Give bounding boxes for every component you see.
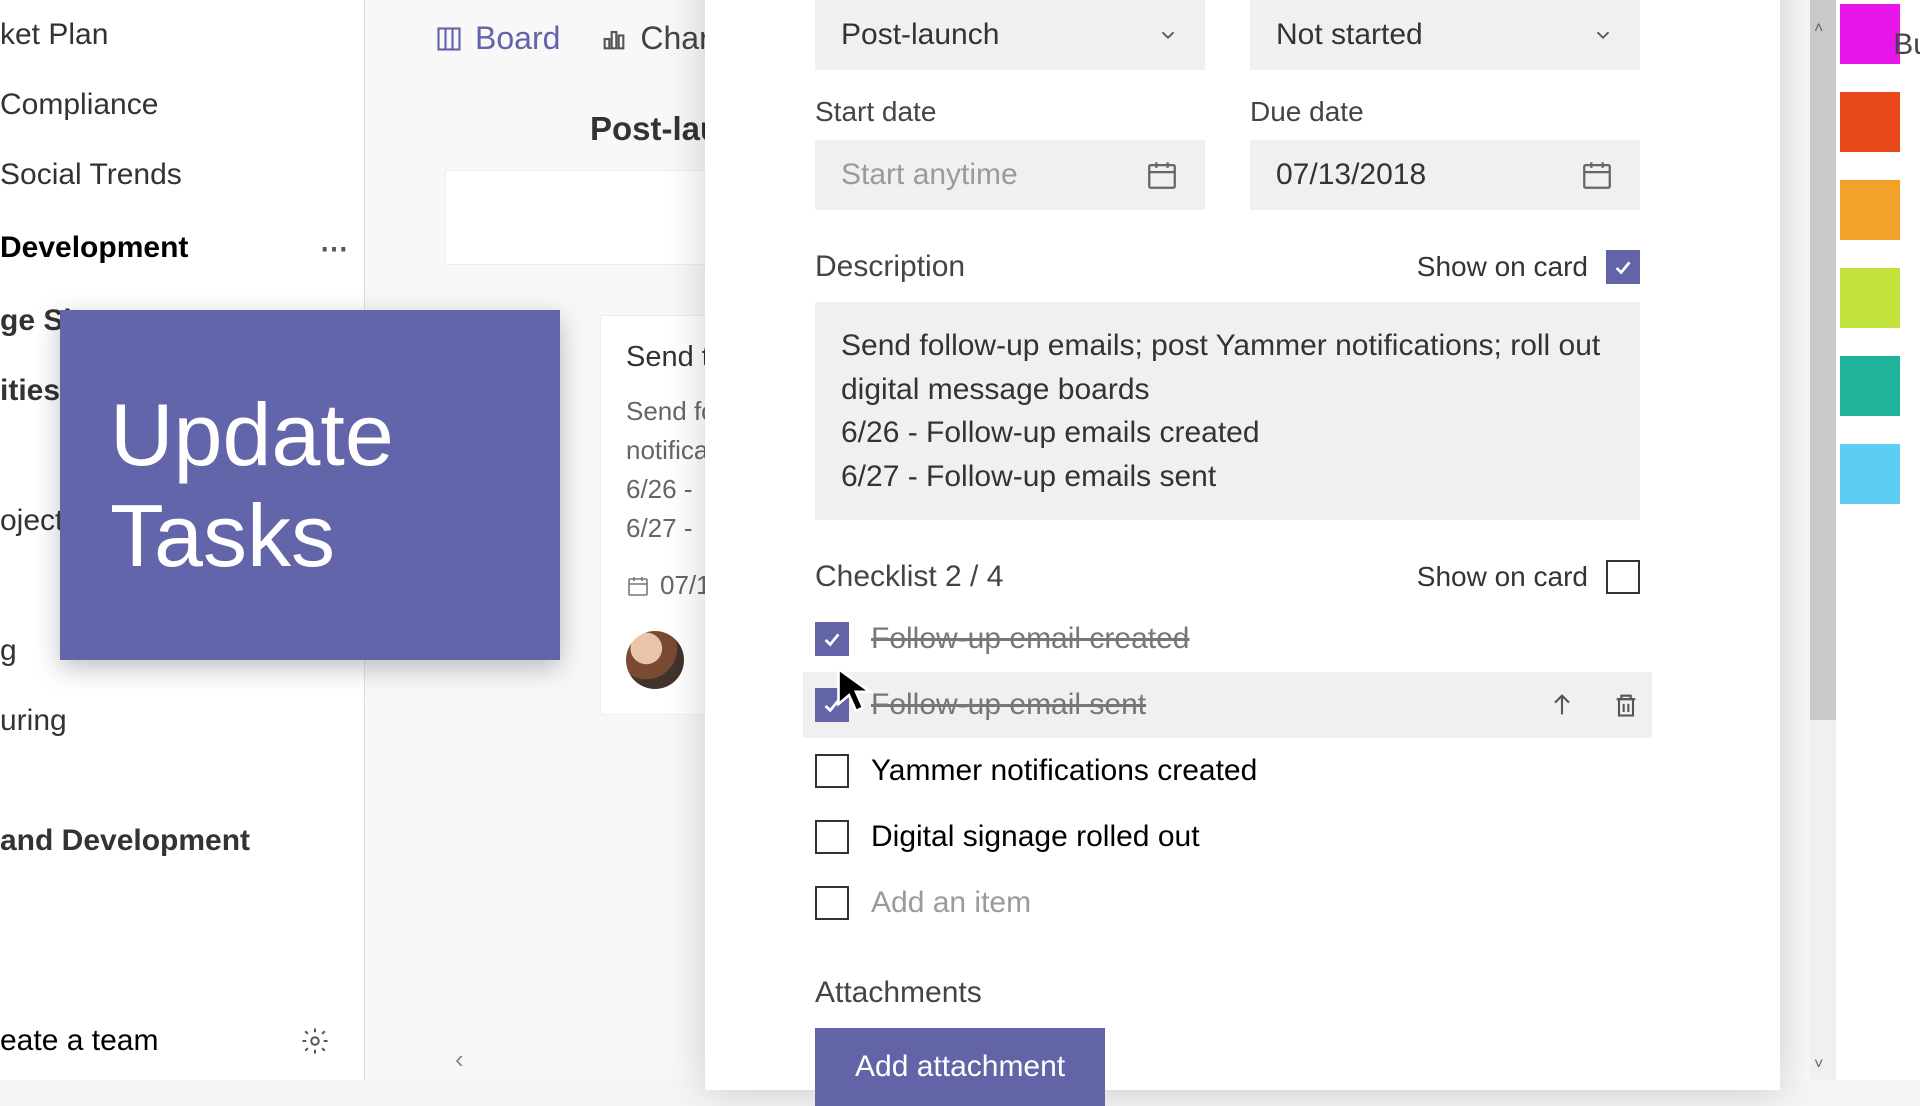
checklist-label: Checklist 2 / 4 [815,560,1003,594]
add-attachment-button[interactable]: Add attachment [815,1028,1105,1106]
calendar-icon[interactable] [1145,158,1179,192]
add-item-placeholder: Add an item [871,886,1031,920]
checkbox-checked[interactable] [1606,250,1640,284]
checkbox-checked[interactable] [815,622,849,656]
checkbox-unchecked[interactable] [815,754,849,788]
description-label: Description [815,250,965,284]
checkbox-unchecked [815,886,849,920]
bucket-label-clip: Buck [1893,28,1920,62]
tab-board[interactable]: Board [435,20,560,57]
calendar-icon[interactable] [1580,158,1614,192]
start-date-field[interactable] [841,158,1091,192]
scroll-down-icon[interactable]: ˅ [1814,1056,1832,1074]
checklist-item[interactable]: Follow-up email sent [803,672,1652,738]
sidebar-group-label: Development [0,231,188,265]
promote-icon[interactable] [1548,691,1576,719]
show-on-card-toggle[interactable]: Show on card [1417,250,1640,284]
color-swatch[interactable] [1840,180,1900,240]
checklist-text: Follow-up email sent [871,688,1146,722]
board-icon [435,25,463,53]
bucket-value: Post-launch [841,18,999,52]
color-swatch[interactable] [1840,444,1900,504]
sidebar-item[interactable]: uring [0,686,364,756]
start-date-label: Start date [815,96,1205,128]
checklist-item[interactable]: Digital signage rolled out [815,804,1640,870]
create-team[interactable]: eate a team [0,1002,364,1080]
chevron-down-icon [1157,24,1179,46]
due-date-label: Due date [1250,96,1640,128]
callout-tile: UpdateTasks [60,310,560,660]
chevron-down-icon [1592,24,1614,46]
chart-icon [600,25,628,53]
checklist-text: Yammer notifications created [871,754,1257,788]
cursor-icon [835,665,877,715]
due-date-input[interactable] [1250,140,1640,210]
trash-icon[interactable] [1612,691,1640,719]
progress-select[interactable]: Not started [1250,0,1640,70]
due-date-field[interactable] [1276,158,1526,192]
calendar-icon [626,574,650,598]
checklist-text: Follow-up email created [871,622,1189,656]
sidebar-item[interactable]: ket Plan [0,0,364,70]
label-colors [1840,4,1900,504]
checklist-item[interactable]: Yammer notifications created [815,738,1640,804]
start-date-input[interactable] [815,140,1205,210]
checklist-text: Digital signage rolled out [871,820,1200,854]
attachments-label: Attachments [815,976,1780,1010]
column-title: Post-lau [590,110,720,148]
sidebar-group[interactable]: Development ⋯ [0,210,364,286]
gear-icon[interactable] [300,1026,330,1056]
color-swatch[interactable] [1840,92,1900,152]
sidebar-item[interactable]: Compliance [0,70,364,140]
checkbox-unchecked[interactable] [815,820,849,854]
show-on-card-toggle[interactable]: Show on card [1417,560,1640,594]
color-swatch[interactable] [1840,268,1900,328]
add-checklist-item[interactable]: Add an item [815,870,1640,936]
scroll-left-arrow[interactable]: ‹ [455,1044,464,1075]
show-on-card-label: Show on card [1417,561,1588,593]
progress-value: Not started [1276,18,1423,52]
avatar [626,631,684,689]
scrollbar-thumb[interactable] [1810,0,1836,720]
ellipsis-icon[interactable]: ⋯ [314,228,354,268]
scrollbar-track[interactable]: ˄ ˅ [1810,0,1836,1080]
checkbox-unchecked[interactable] [1606,560,1640,594]
color-swatch[interactable] [1840,4,1900,64]
tab-label: Board [475,20,560,57]
create-team-label: eate a team [0,1024,158,1058]
scroll-up-icon[interactable]: ˄ [1814,20,1832,38]
sidebar-section[interactable]: and Development [0,806,364,876]
right-panel: ˄ ˅ Buck [1810,0,1920,1080]
checklist: Follow-up email created Follow-up email … [815,606,1640,936]
description-textarea[interactable]: Send follow-up emails; post Yammer notif… [815,302,1640,520]
show-on-card-label: Show on card [1417,251,1588,283]
task-detail-modal: Post-launch Not started Start date [705,0,1780,1090]
sidebar-item[interactable]: Social Trends [0,140,364,210]
checklist-item[interactable]: Follow-up email created [815,606,1640,672]
tab-chart[interactable]: Chart [600,20,718,57]
color-swatch[interactable] [1840,356,1900,416]
bucket-select[interactable]: Post-launch [815,0,1205,70]
